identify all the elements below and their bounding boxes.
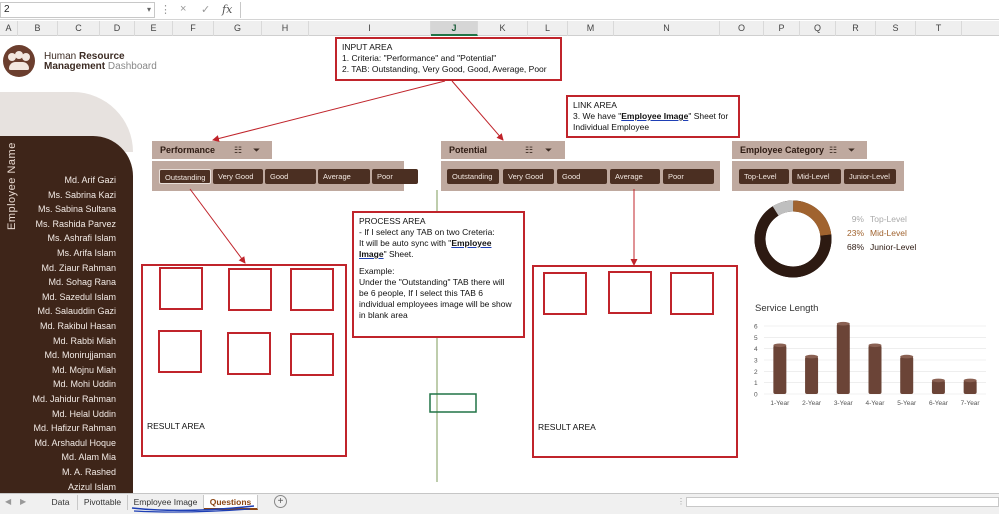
donut-legend-label: Top-Level xyxy=(870,214,907,224)
bar xyxy=(868,345,882,394)
underline-scribble xyxy=(131,505,255,513)
link-area-note: LINK AREA 3. We have "Employee Image" Sh… xyxy=(566,95,740,138)
input-area-title: INPUT AREA xyxy=(342,42,393,52)
process-area-title: PROCESS AREA xyxy=(359,216,426,226)
process-area-line1: - If I select any TAB on two Creteria: xyxy=(359,227,495,237)
bar-top xyxy=(773,343,787,348)
bar-top xyxy=(805,354,819,359)
y-tick-label: 4 xyxy=(754,346,758,353)
employee-photo-slot xyxy=(290,333,334,376)
x-tick-label: 4-Year xyxy=(866,400,886,407)
employee-photo-slot xyxy=(228,268,272,311)
arrow-to-result-left xyxy=(189,188,246,264)
y-tick-label: 1 xyxy=(754,380,758,387)
y-tick-label: 5 xyxy=(754,335,758,342)
arrow-to-potential xyxy=(451,80,504,141)
donut-legend-item: 9% Top-Level xyxy=(842,214,907,224)
donut-legend-label: Junior-Level xyxy=(870,242,917,252)
donut-legend-item: 68% Junior-Level xyxy=(842,242,916,252)
bar xyxy=(805,356,819,394)
bar xyxy=(773,345,787,394)
link-area-line2: Individual Employee xyxy=(573,122,650,132)
bar-top xyxy=(868,343,882,348)
donut-legend-label: Mid-Level xyxy=(870,228,907,238)
horizontal-scrollbar[interactable] xyxy=(686,497,999,507)
donut-legend-pct: 68% xyxy=(846,242,864,252)
employee-photo-slot xyxy=(158,330,202,373)
tab-scroll-left-icon[interactable]: ◀ xyxy=(5,497,11,506)
more-options-icon[interactable]: ⋮ xyxy=(677,497,685,506)
bar-top xyxy=(963,378,977,383)
bar-top xyxy=(900,354,914,359)
employee-photo-slot xyxy=(543,272,587,315)
process-area-line6: be 6 people, If I select this TAB 6 xyxy=(359,288,483,298)
x-tick-label: 5-Year xyxy=(897,400,917,407)
process-area-line7: individual employees image will be show xyxy=(359,299,512,309)
tab-scroll-right-icon[interactable]: ▶ xyxy=(20,497,26,506)
x-tick-label: 1-Year xyxy=(770,400,790,407)
employee-photo-slot xyxy=(159,267,203,310)
add-sheet-button[interactable]: + xyxy=(274,495,287,508)
tab-data[interactable]: Data xyxy=(44,495,78,510)
process-area-line4: Example: xyxy=(359,266,395,276)
tab-pivottable[interactable]: Pivottable xyxy=(78,495,128,510)
process-area-line8: in blank area xyxy=(359,310,408,320)
y-tick-label: 0 xyxy=(754,392,758,399)
employee-category-donut xyxy=(754,200,832,278)
arrow-to-performance xyxy=(212,80,446,142)
employee-image-link[interactable]: Employee Image xyxy=(621,111,688,121)
employee-photo-slot xyxy=(608,271,652,314)
bar xyxy=(931,380,945,394)
result-area-label: RESULT AREA xyxy=(147,421,205,431)
chart-title: Service Length xyxy=(755,303,819,314)
input-area-line1: 1. Criteria: "Performance" and "Potentia… xyxy=(342,53,497,63)
link-area-title: LINK AREA xyxy=(573,100,617,110)
process-area-line5: Under the "Outstanding" TAB there will xyxy=(359,277,505,287)
y-tick-label: 6 xyxy=(754,324,758,331)
x-tick-label: 2-Year xyxy=(802,400,822,407)
link-area-line1: 3. We have "Employee Image" Sheet for xyxy=(573,111,729,121)
bar xyxy=(963,380,977,394)
x-tick-label: 3-Year xyxy=(834,400,854,407)
donut-legend-item: 23% Mid-Level xyxy=(842,228,907,238)
process-area-note: PROCESS AREA - If I select any TAB on tw… xyxy=(352,211,525,338)
bar-top xyxy=(836,321,850,326)
donut-legend-pct: 23% xyxy=(846,228,864,238)
y-tick-label: 3 xyxy=(754,358,758,365)
y-tick-label: 2 xyxy=(754,369,758,376)
service-length-chart: 0 1 2 3 4 5 6 1-Year 2-Year 3-Year 4-Year 5-Year 6-Y… xyxy=(754,321,986,407)
input-area-note: INPUT AREA 1. Criteria: "Performance" an… xyxy=(335,37,562,81)
process-area-line3: Image" Sheet. xyxy=(359,249,414,259)
bar xyxy=(900,356,914,394)
employee-photo-slot xyxy=(290,268,334,311)
x-tick-label: 6-Year xyxy=(929,400,949,407)
x-tick-label: 7-Year xyxy=(961,400,981,407)
employee-photo-slot xyxy=(670,272,714,315)
donut-legend-pct: 9% xyxy=(851,214,864,224)
employee-photo-slot xyxy=(227,332,271,375)
bar-top xyxy=(931,378,945,383)
process-area-line2: It will be auto sync with "Employee xyxy=(359,238,492,248)
input-area-line2: 2. TAB: Outstanding, Very Good, Good, Av… xyxy=(342,64,547,74)
result-area-label: RESULT AREA xyxy=(538,422,596,432)
bar xyxy=(836,323,850,394)
